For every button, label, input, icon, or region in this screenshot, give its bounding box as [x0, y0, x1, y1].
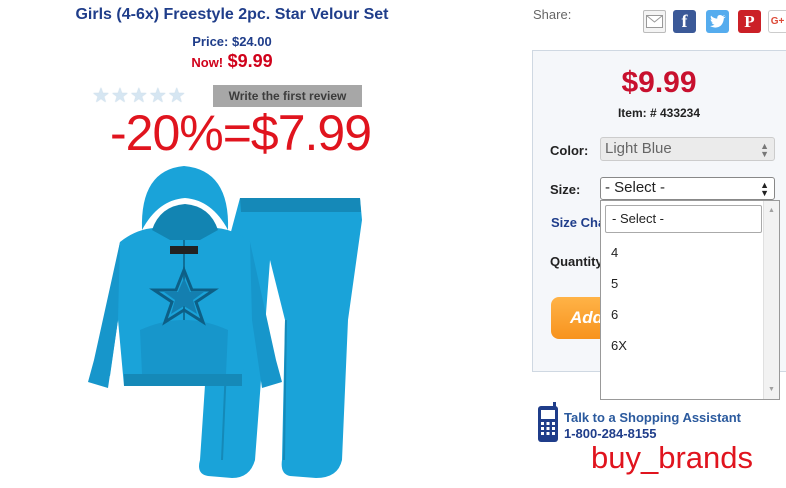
quantity-label: Quantity: [550, 254, 603, 269]
assistant-title: Talk to a Shopping Assistant: [564, 410, 741, 425]
color-select[interactable]: Light Blue ▲ ▼: [600, 137, 775, 161]
scroll-up-icon[interactable]: ▲: [768, 207, 775, 214]
assistant-phone[interactable]: 1-800-284-8155: [564, 426, 657, 441]
color-label: Color:: [550, 143, 589, 158]
size-select-value: - Select -: [605, 179, 666, 196]
dropdown-search-input[interactable]: - Select -: [605, 205, 762, 233]
size-dropdown-list: - Select - 4 5 6 6X ▲ ▼: [600, 200, 780, 400]
panel-price: $9.99: [621, 66, 697, 99]
size-chart-link[interactable]: Size Cha: [551, 215, 605, 230]
original-price: Price: $24.00: [192, 34, 272, 49]
facebook-icon[interactable]: f: [673, 10, 696, 33]
star-icon: ★: [148, 85, 167, 107]
dropdown-option[interactable]: 4: [611, 245, 618, 260]
star-icon: ★: [92, 85, 110, 107]
scroll-down-icon[interactable]: ▼: [768, 386, 775, 393]
google-plus-icon[interactable]: G+: [768, 10, 786, 33]
promo-overlay-text: -20%=$7.99: [110, 105, 372, 161]
star-icon: ★: [110, 85, 129, 107]
twitter-icon[interactable]: [706, 10, 729, 33]
now-label: Now!: [191, 55, 224, 70]
pinterest-icon[interactable]: P: [738, 10, 761, 33]
select-arrows-icon: ▲ ▼: [760, 180, 769, 198]
size-select[interactable]: - Select - ▲ ▼: [600, 177, 775, 200]
color-select-value: Light Blue: [605, 140, 672, 157]
star-icon: ★: [129, 85, 148, 107]
watermark-text: buy_brands: [591, 440, 754, 475]
dropdown-scrollbar[interactable]: ▲ ▼: [763, 201, 779, 399]
product-title: Girls (4-6x) Freestyle 2pc. Star Velour …: [75, 6, 389, 23]
now-price: $9.99: [227, 51, 273, 71]
sale-price-line: Now! $9.99: [0, 51, 464, 72]
rating-stars: ★ ★ ★ ★ ★: [92, 86, 186, 106]
dropdown-option[interactable]: 6X: [611, 338, 627, 353]
mail-icon[interactable]: [643, 10, 666, 33]
product-image: [88, 166, 362, 478]
size-label: Size:: [550, 182, 581, 197]
star-icon: ★: [167, 85, 186, 107]
phone-icon: [538, 402, 558, 442]
dropdown-option[interactable]: 6: [611, 307, 618, 322]
share-label: Share:: [533, 7, 572, 22]
select-arrows-icon: ▲ ▼: [760, 141, 769, 159]
item-number: Item: # 433234: [617, 106, 701, 120]
dropdown-option[interactable]: 5: [611, 276, 618, 291]
